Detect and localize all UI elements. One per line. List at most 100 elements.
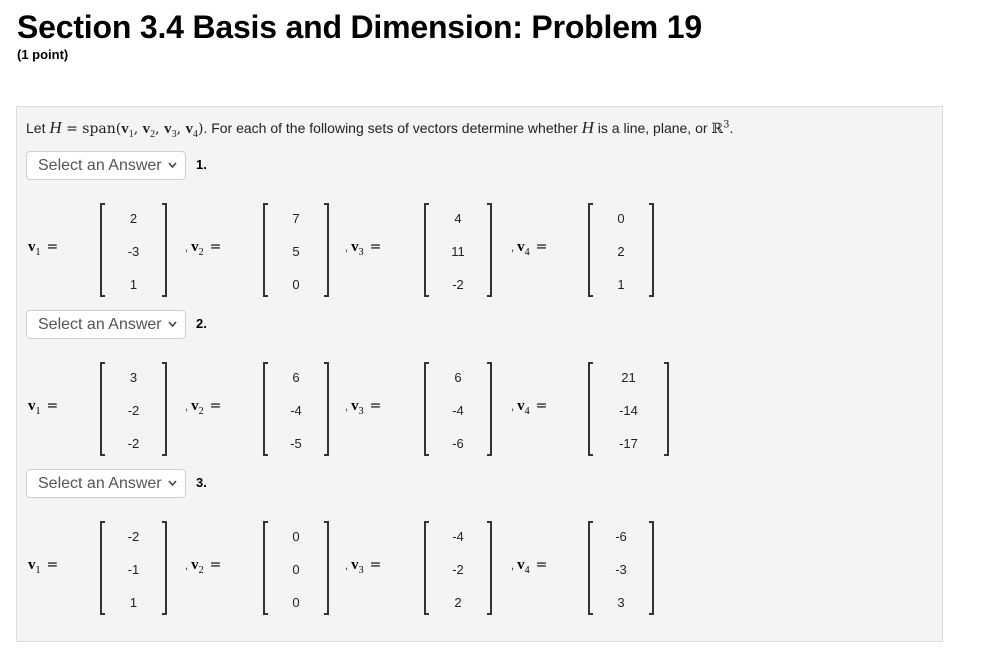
matrix-entry: 2: [129, 211, 138, 226]
matrix-entry: -1: [127, 562, 140, 577]
math-v4: v4: [185, 121, 198, 140]
comma: ,: [185, 560, 189, 572]
equals-sign: =: [46, 557, 59, 573]
answer-select-3[interactable]: Select an Answer: [26, 469, 186, 498]
answer-select-1[interactable]: Select an Answer: [26, 151, 186, 180]
vector-name: v1: [28, 239, 41, 258]
math-span: = span(: [61, 121, 122, 137]
vector-matrix-v3: 4 11 -2: [424, 203, 492, 297]
vector-label-v4: , v4 =: [511, 238, 547, 258]
matrix-entry: 0: [292, 562, 300, 577]
chevron-down-icon: [168, 311, 177, 349]
vector-label-v3: , v3 =: [345, 397, 381, 417]
answer-select-2[interactable]: Select an Answer: [26, 310, 186, 339]
comma: ,: [185, 242, 189, 254]
vector-label-v4: , v4 =: [511, 397, 547, 417]
vector-matrix-v3: -4 -2 2: [424, 521, 492, 615]
problem-panel: Let H = span(v1, v2, v3, v4). For each o…: [16, 106, 943, 642]
matrix-entry: -17: [619, 436, 638, 451]
matrix-entry: 5: [292, 244, 300, 259]
vector-matrix-v1: 3 -2 -2: [100, 362, 167, 456]
vector-label-v2: , v2 =: [185, 238, 221, 258]
vector-label-v2: , v2 =: [185, 556, 221, 576]
matrix-entry: 6: [454, 370, 462, 385]
matrix-entry: 1: [129, 277, 138, 292]
problem-statement: Let H = span(v1, v2, v3, v4). For each o…: [26, 118, 733, 140]
intro-text-2: is a line, plane, or: [593, 120, 712, 136]
vector-label-v1: v1 =: [28, 397, 58, 417]
comma: ,: [511, 401, 515, 413]
math-sep: ,: [133, 121, 143, 137]
matrix-entry: 1: [129, 595, 138, 610]
matrix-entry: 3: [617, 595, 625, 610]
matrix-entry: -4: [452, 529, 464, 544]
matrix-entry: 7: [292, 211, 300, 226]
math-R3: ℝ3: [711, 119, 730, 137]
matrix-entry: -4: [290, 403, 302, 418]
matrix-entry: 2: [454, 595, 462, 610]
question-number: 1.: [196, 157, 207, 172]
matrix-entry: -2: [127, 403, 140, 418]
vector-name: v4: [517, 239, 530, 258]
matrix-entry: 0: [292, 595, 300, 610]
page-title: Section 3.4 Basis and Dimension: Problem…: [17, 9, 702, 45]
math-H: H: [49, 118, 62, 137]
vector-matrix-v2: 0 0 0: [263, 521, 329, 615]
matrix-entry: 3: [129, 370, 138, 385]
matrix-entry: -3: [127, 244, 140, 259]
select-value: Select an Answer: [38, 157, 162, 174]
matrix-entry: -6: [452, 436, 464, 451]
vector-name: v4: [517, 557, 530, 576]
matrix-entry: 21: [621, 370, 636, 385]
matrix-entry: -2: [127, 436, 140, 451]
intro-let: Let: [26, 120, 50, 136]
vector-label-v2: , v2 =: [185, 397, 221, 417]
matrix-entry: -2: [127, 529, 140, 544]
equals-sign: =: [209, 398, 222, 414]
equals-sign: =: [369, 239, 382, 255]
vector-name: v3: [351, 239, 364, 258]
math-v2: v2: [142, 121, 156, 140]
matrix-entry: -4: [452, 403, 464, 418]
intro-text: . For each of the following sets of vect…: [203, 120, 582, 136]
select-value: Select an Answer: [38, 316, 162, 333]
vector-label-v1: v1 =: [28, 556, 58, 576]
matrix-entry: 0: [292, 277, 300, 292]
problem-1: Select an Answer 1. v1 = 2 -3 1, v2 = 7 5 0, v3 = 4 11-…: [17, 151, 942, 310]
math-H: H: [581, 118, 594, 137]
vector-label-v3: , v3 =: [345, 556, 381, 576]
matrix-entry: -3: [615, 562, 627, 577]
problem-2: Select an Answer 2. v1 = 3 -2 -2, v2 = 6 -4 -5, v3 = 6…: [17, 310, 942, 469]
equals-sign: =: [535, 398, 548, 414]
vector-matrix-v4: 21 -14 -17: [588, 362, 669, 456]
comma: ,: [511, 242, 515, 254]
vector-name: v3: [351, 557, 364, 576]
comma: ,: [185, 401, 189, 413]
matrix-entry: 4: [454, 211, 462, 226]
matrix-entry: 0: [292, 529, 300, 544]
comma: ,: [511, 560, 515, 572]
vector-name: v3: [351, 398, 364, 417]
vector-label-v3: , v3 =: [345, 238, 381, 258]
equals-sign: =: [369, 557, 382, 573]
equals-sign: =: [46, 398, 59, 414]
chevron-down-icon: [168, 470, 177, 508]
vector-name: v1: [28, 557, 41, 576]
vector-name: v1: [28, 398, 41, 417]
question-number: 3.: [196, 475, 207, 490]
matrix-entry: 1: [617, 277, 625, 292]
vector-name: v2: [191, 398, 204, 417]
vector-matrix-v2: 6 -4 -5: [263, 362, 329, 456]
math-sep: ,: [155, 121, 165, 137]
comma: ,: [345, 401, 349, 413]
vector-name: v2: [191, 239, 204, 258]
math-v1: v1: [121, 121, 134, 140]
vector-matrix-v1: -2 -1 1: [100, 521, 167, 615]
vector-label-v1: v1 =: [28, 238, 58, 258]
vector-matrix-v4: -6 -3 3: [588, 521, 654, 615]
equals-sign: =: [209, 239, 222, 255]
matrix-entry: -14: [619, 403, 638, 418]
equals-sign: =: [535, 239, 548, 255]
matrix-entry: 6: [292, 370, 300, 385]
matrix-entry: 11: [451, 244, 465, 259]
